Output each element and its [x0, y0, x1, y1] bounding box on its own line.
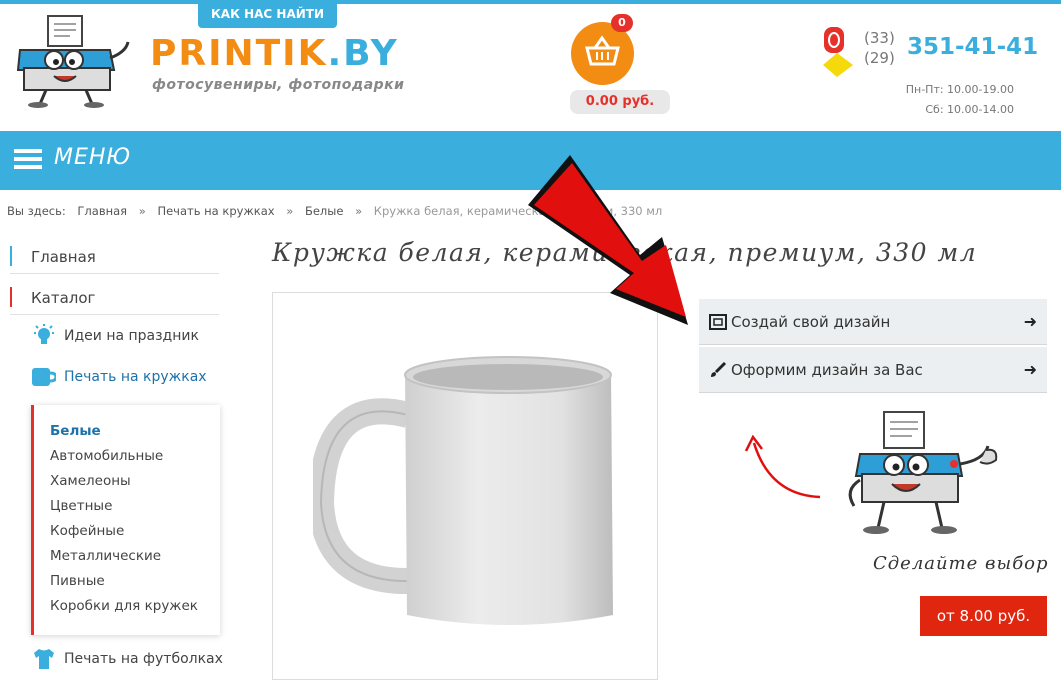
lightbulb-icon [34, 324, 54, 344]
breadcrumb-separator: » [355, 204, 363, 218]
subcategory-panel: Белые Автомобильные Хамелеоны Цветные Ко… [31, 405, 220, 635]
hours-saturday: Сб: 10.00-14.00 [925, 103, 1014, 116]
create-design-button[interactable]: Создай свой дизайн ➜ [699, 299, 1047, 345]
logo-main: PRINTIK [150, 33, 328, 74]
subcategory-item[interactable]: Хамелеоны [50, 472, 131, 490]
category-label: Идеи на праздник [64, 328, 199, 344]
breadcrumb-separator: » [286, 204, 294, 218]
brush-icon [711, 362, 727, 377]
breadcrumb-link[interactable]: Белые [305, 204, 343, 218]
subcategory-white[interactable]: Белые [50, 422, 101, 440]
subcategory-item[interactable]: Автомобильные [50, 447, 163, 465]
phone-number[interactable]: 351-41-41 [907, 34, 1038, 60]
printer-mascot-image [848, 411, 998, 534]
cart-total[interactable]: 0.00 руб. [570, 90, 670, 114]
printer-mascot-logo[interactable] [10, 12, 134, 108]
cart-count-badge: 0 [611, 14, 633, 32]
action-label: Создай свой дизайн [731, 313, 891, 331]
mug-product-image [313, 356, 613, 625]
sidebar-item-catalog[interactable]: Каталог [10, 281, 219, 315]
action-label: Оформим дизайн за Вас [731, 361, 923, 379]
category-label: Печать на футболках [64, 651, 223, 667]
arrow-right-icon: ➜ [1023, 312, 1037, 331]
tshirt-icon [34, 649, 54, 669]
hamburger-icon [14, 149, 42, 169]
breadcrumb-prefix: Вы здесь: [7, 204, 66, 218]
breadcrumb-link[interactable]: Главная [77, 204, 127, 218]
menu-label: МЕНЮ [54, 145, 132, 170]
top-accent-line [0, 0, 1061, 4]
site-logo-text[interactable]: PRINTIK.BY [150, 34, 399, 74]
curved-arrow-icon [744, 434, 821, 499]
breadcrumb-separator: » [138, 204, 146, 218]
find-us-button[interactable]: КАК НАС НАЙТИ [198, 0, 337, 28]
choose-prompt: Сделайте выбор [873, 553, 1049, 574]
product-image-frame[interactable] [272, 292, 658, 680]
subcategory-item[interactable]: Пивные [50, 572, 105, 590]
operator-logos-icon [823, 27, 853, 77]
mug-icon [32, 368, 56, 386]
subcategory-item[interactable]: Металлические [50, 547, 161, 565]
logo-tld: .BY [327, 33, 399, 74]
phone-code: (29) [864, 49, 895, 67]
sidebar-item-home[interactable]: Главная [10, 240, 219, 274]
subcategory-item[interactable]: Коробки для кружек [50, 597, 198, 615]
menu-button[interactable]: МЕНЮ [0, 131, 140, 190]
pointer-arrow-icon [528, 155, 688, 325]
phone-code: (33) [864, 29, 895, 47]
phone-codes: (33) (29) [864, 28, 895, 68]
design-frame-icon [709, 314, 727, 330]
working-hours: Пн-Пт: 10.00-19.00 Сб: 10.00-14.00 [906, 80, 1014, 120]
hours-weekdays: Пн-Пт: 10.00-19.00 [905, 83, 1014, 96]
arrow-right-icon: ➜ [1023, 360, 1037, 379]
breadcrumb-link[interactable]: Печать на кружках [157, 204, 274, 218]
design-for-you-button[interactable]: Оформим дизайн за Вас ➜ [699, 347, 1047, 393]
subcategory-item[interactable]: Кофейные [50, 522, 124, 540]
logo-tagline: фотосувениры, фотоподарки [152, 77, 405, 93]
category-label: Печать на кружках [64, 369, 207, 385]
price-button[interactable]: от 8.00 руб. [920, 596, 1047, 636]
subcategory-item[interactable]: Цветные [50, 497, 112, 515]
